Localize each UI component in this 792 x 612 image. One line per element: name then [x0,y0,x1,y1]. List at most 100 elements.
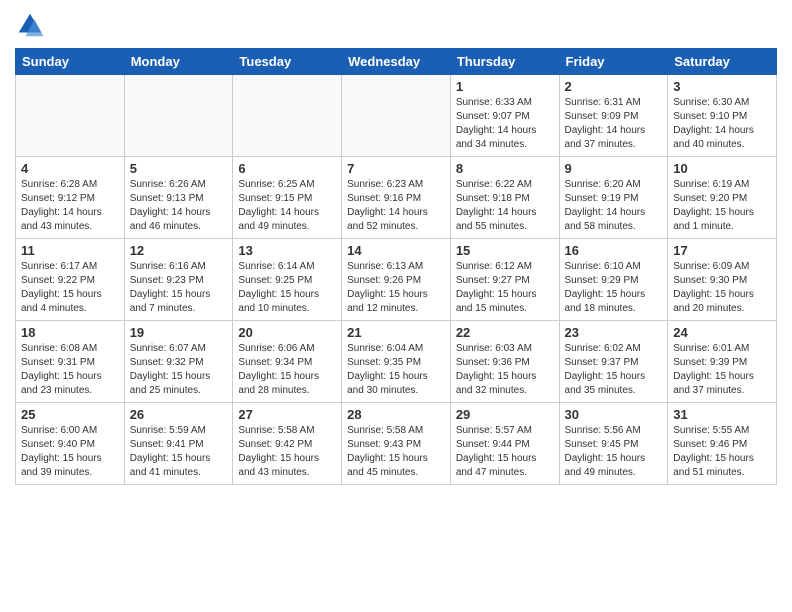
day-number: 13 [238,243,336,258]
day-info: Sunrise: 6:08 AM Sunset: 9:31 PM Dayligh… [21,342,119,398]
day-number: 31 [673,407,771,422]
day-number: 23 [565,325,663,340]
day-number: 24 [673,325,771,340]
calendar: SundayMondayTuesdayWednesdayThursdayFrid… [15,48,777,485]
day-cell: 24Sunrise: 6:01 AM Sunset: 9:39 PM Dayli… [668,321,777,403]
day-number: 22 [456,325,554,340]
day-cell: 12Sunrise: 6:16 AM Sunset: 9:23 PM Dayli… [124,239,233,321]
day-number: 11 [21,243,119,258]
week-row-1: 4 Sunrise: 6:28 AM Sunset: 9:12 PM Daylig… [16,157,777,239]
day-info: Sunrise: 6:03 AM Sunset: 9:36 PM Dayligh… [456,342,554,398]
day-info: Sunrise: 6:28 AM Sunset: 9:12 PM Dayligh… [21,178,119,234]
day-cell: 17 Sunrise: 6:09 AM Sunset: 9:30 PM Dayli… [668,239,777,321]
day-cell: 30 Sunrise: 5:56 AM Sunset: 9:45 PM Dayli… [559,403,668,485]
day-info: Sunrise: 6:23 AM Sunset: 9:16 PM Dayligh… [347,178,445,234]
day-cell: 1 Sunrise: 6:33 AM Sunset: 9:07 PM Daylig… [450,75,559,157]
day-cell: 26 Sunrise: 5:59 AM Sunset: 9:41 PM Dayli… [124,403,233,485]
day-cell: 25Sunrise: 6:00 AM Sunset: 9:40 PM Dayli… [16,403,125,485]
day-number: 10 [673,161,771,176]
day-cell [233,75,342,157]
day-info: Sunrise: 6:30 AM Sunset: 9:10 PM Dayligh… [673,96,771,152]
day-info: Sunrise: 6:20 AM Sunset: 9:19 PM Dayligh… [565,178,663,234]
week-row-4: 25Sunrise: 6:00 AM Sunset: 9:40 PM Dayli… [16,403,777,485]
day-number: 7 [347,161,445,176]
day-cell: 11 Sunrise: 6:17 AM Sunset: 9:22 PM Dayli… [16,239,125,321]
day-number: 17 [673,243,771,258]
day-number: 30 [565,407,663,422]
day-info: Sunrise: 6:06 AM Sunset: 9:34 PM Dayligh… [238,342,336,398]
day-cell: 23 Sunrise: 6:02 AM Sunset: 9:37 PM Dayli… [559,321,668,403]
day-cell: 15 Sunrise: 6:12 AM Sunset: 9:27 PM Dayli… [450,239,559,321]
day-number: 25 [21,407,119,422]
logo-icon [15,10,45,40]
day-number: 8 [456,161,554,176]
day-info: Sunrise: 5:57 AM Sunset: 9:44 PM Dayligh… [456,424,554,480]
day-info: Sunrise: 6:31 AM Sunset: 9:09 PM Dayligh… [565,96,663,152]
weekday-header-saturday: Saturday [668,49,777,75]
day-cell: 5 Sunrise: 6:26 AM Sunset: 9:13 PM Daylig… [124,157,233,239]
weekday-header-wednesday: Wednesday [342,49,451,75]
day-info: Sunrise: 6:33 AM Sunset: 9:07 PM Dayligh… [456,96,554,152]
day-info: Sunrise: 6:17 AM Sunset: 9:22 PM Dayligh… [21,260,119,316]
day-info: Sunrise: 6:10 AM Sunset: 9:29 PM Dayligh… [565,260,663,316]
day-cell: 29 Sunrise: 5:57 AM Sunset: 9:44 PM Dayli… [450,403,559,485]
week-row-2: 11 Sunrise: 6:17 AM Sunset: 9:22 PM Dayli… [16,239,777,321]
day-info: Sunrise: 6:25 AM Sunset: 9:15 PM Dayligh… [238,178,336,234]
day-cell: 3Sunrise: 6:30 AM Sunset: 9:10 PM Daylig… [668,75,777,157]
day-number: 12 [130,243,228,258]
weekday-header-row: SundayMondayTuesdayWednesdayThursdayFrid… [16,49,777,75]
day-number: 20 [238,325,336,340]
day-number: 18 [21,325,119,340]
day-number: 16 [565,243,663,258]
logo [15,10,49,40]
day-cell: 18 Sunrise: 6:08 AM Sunset: 9:31 PM Dayli… [16,321,125,403]
page: SundayMondayTuesdayWednesdayThursdayFrid… [0,0,792,612]
day-info: Sunrise: 6:02 AM Sunset: 9:37 PM Dayligh… [565,342,663,398]
day-cell: 14 Sunrise: 6:13 AM Sunset: 9:26 PM Dayli… [342,239,451,321]
weekday-header-thursday: Thursday [450,49,559,75]
day-info: Sunrise: 6:09 AM Sunset: 9:30 PM Dayligh… [673,260,771,316]
day-number: 14 [347,243,445,258]
day-cell: 28 Sunrise: 5:58 AM Sunset: 9:43 PM Dayli… [342,403,451,485]
day-number: 26 [130,407,228,422]
day-cell: 20 Sunrise: 6:06 AM Sunset: 9:34 PM Dayli… [233,321,342,403]
header [15,10,777,40]
day-info: Sunrise: 6:26 AM Sunset: 9:13 PM Dayligh… [130,178,228,234]
day-info: Sunrise: 5:58 AM Sunset: 9:43 PM Dayligh… [347,424,445,480]
day-number: 4 [21,161,119,176]
day-info: Sunrise: 6:12 AM Sunset: 9:27 PM Dayligh… [456,260,554,316]
day-number: 9 [565,161,663,176]
day-info: Sunrise: 6:22 AM Sunset: 9:18 PM Dayligh… [456,178,554,234]
day-info: Sunrise: 5:56 AM Sunset: 9:45 PM Dayligh… [565,424,663,480]
day-cell: 10 Sunrise: 6:19 AM Sunset: 9:20 PM Dayli… [668,157,777,239]
day-number: 2 [565,79,663,94]
day-info: Sunrise: 6:13 AM Sunset: 9:26 PM Dayligh… [347,260,445,316]
day-number: 15 [456,243,554,258]
day-number: 6 [238,161,336,176]
day-cell: 2 Sunrise: 6:31 AM Sunset: 9:09 PM Daylig… [559,75,668,157]
day-number: 28 [347,407,445,422]
day-cell: 9 Sunrise: 6:20 AM Sunset: 9:19 PM Daylig… [559,157,668,239]
day-number: 29 [456,407,554,422]
day-cell [16,75,125,157]
day-info: Sunrise: 5:55 AM Sunset: 9:46 PM Dayligh… [673,424,771,480]
day-cell: 16 Sunrise: 6:10 AM Sunset: 9:29 PM Dayli… [559,239,668,321]
day-cell [124,75,233,157]
day-number: 5 [130,161,228,176]
day-cell: 22 Sunrise: 6:03 AM Sunset: 9:36 PM Dayli… [450,321,559,403]
day-info: Sunrise: 6:04 AM Sunset: 9:35 PM Dayligh… [347,342,445,398]
day-number: 21 [347,325,445,340]
day-info: Sunrise: 6:14 AM Sunset: 9:25 PM Dayligh… [238,260,336,316]
day-info: Sunrise: 5:59 AM Sunset: 9:41 PM Dayligh… [130,424,228,480]
day-info: Sunrise: 5:58 AM Sunset: 9:42 PM Dayligh… [238,424,336,480]
day-cell: 27Sunrise: 5:58 AM Sunset: 9:42 PM Dayli… [233,403,342,485]
day-cell: 7 Sunrise: 6:23 AM Sunset: 9:16 PM Daylig… [342,157,451,239]
day-cell: 8 Sunrise: 6:22 AM Sunset: 9:18 PM Daylig… [450,157,559,239]
day-cell: 31 Sunrise: 5:55 AM Sunset: 9:46 PM Dayli… [668,403,777,485]
day-cell: 21 Sunrise: 6:04 AM Sunset: 9:35 PM Dayli… [342,321,451,403]
weekday-header-tuesday: Tuesday [233,49,342,75]
weekday-header-friday: Friday [559,49,668,75]
day-info: Sunrise: 6:19 AM Sunset: 9:20 PM Dayligh… [673,178,771,234]
day-number: 1 [456,79,554,94]
day-cell: 6 Sunrise: 6:25 AM Sunset: 9:15 PM Daylig… [233,157,342,239]
